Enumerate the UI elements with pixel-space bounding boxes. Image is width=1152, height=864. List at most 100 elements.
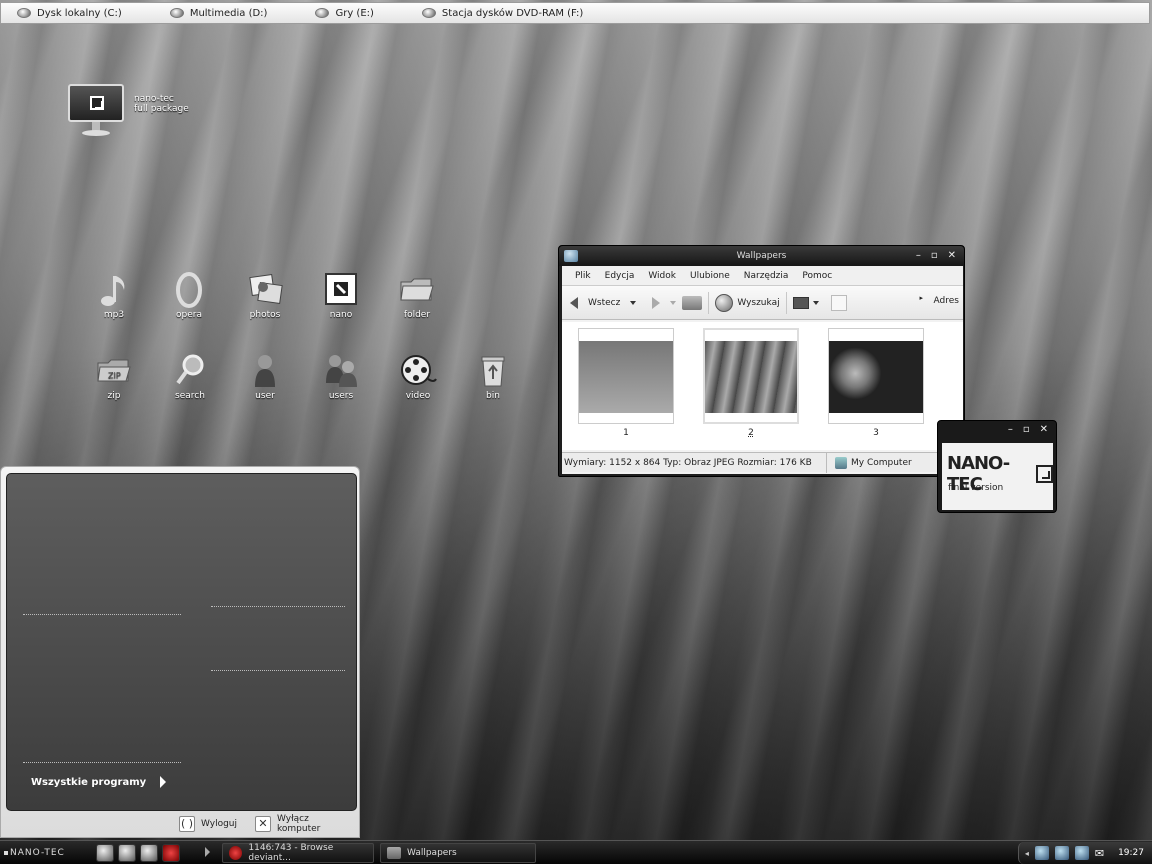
package-desc: full package — [134, 104, 189, 114]
chevron-down-icon — [812, 300, 819, 305]
dvd-icon — [421, 8, 436, 18]
thumbnail-3[interactable] — [828, 328, 924, 424]
media-icon[interactable] — [140, 844, 158, 862]
app-icon[interactable] — [118, 844, 136, 862]
search-globe-icon — [715, 293, 734, 312]
icon-label: zip — [107, 391, 121, 401]
thumbnail-1[interactable] — [578, 328, 674, 424]
close-icon[interactable]: ✕ — [1040, 424, 1048, 435]
nano-icon[interactable] — [830, 294, 847, 311]
recycle-bin-icon — [481, 356, 505, 387]
divider — [211, 606, 345, 607]
opera-icon — [176, 272, 202, 308]
status-location: My Computer — [851, 457, 912, 468]
all-programs-button[interactable]: Wszystkie programy — [31, 776, 167, 788]
chevron-down-icon[interactable] — [670, 300, 677, 305]
nano-tec-widget: – ▫ ✕ NANO-TEC final version — [937, 420, 1057, 513]
mail-icon[interactable]: ✉ — [1095, 847, 1104, 860]
views-button[interactable] — [792, 296, 819, 309]
folder-icon — [400, 278, 434, 301]
start-button[interactable]: NANO-TEC — [4, 845, 65, 861]
task-wallpapers[interactable]: Wallpapers — [380, 843, 536, 863]
icon-label: bin — [486, 391, 500, 401]
wallpaper-thumbnail — [829, 341, 923, 413]
divider — [211, 670, 345, 671]
explorer-window: Wallpapers – ▫ ✕ Plik Edycja Widok Ulubi… — [558, 245, 965, 477]
drive-e[interactable]: Gry (E:) — [315, 3, 374, 23]
back-button[interactable]: Wstecz — [570, 296, 637, 309]
drive-c[interactable]: Dysk lokalny (C:) — [17, 3, 122, 23]
start-icon — [4, 851, 8, 855]
desktop-icon-folder[interactable]: folder — [385, 272, 449, 320]
logoff-button[interactable]: ( ) Wyloguj — [175, 813, 241, 835]
maximize-icon[interactable]: ▫ — [1023, 424, 1030, 435]
tray-expand-icon[interactable]: ◂ — [1025, 849, 1029, 858]
divider — [23, 762, 181, 763]
menu-view[interactable]: Widok — [641, 271, 683, 281]
menu-edit[interactable]: Edycja — [598, 271, 642, 281]
drive-d[interactable]: Multimedia (D:) — [169, 3, 268, 23]
divider — [23, 614, 181, 615]
maximize-icon[interactable]: ▫ — [931, 246, 938, 266]
chevron-down-icon[interactable] — [630, 300, 637, 305]
disk-icon — [315, 8, 330, 18]
start-menu-footer: ( ) Wyloguj ✕ Wyłącz komputer — [175, 813, 359, 835]
package-name: nano-tec — [134, 94, 174, 104]
close-icon[interactable]: ✕ — [948, 246, 956, 266]
network-icon[interactable] — [1034, 846, 1049, 860]
thumbnail-label[interactable]: 1 — [578, 428, 674, 438]
minimize-icon[interactable]: – — [1008, 424, 1013, 435]
clock[interactable]: 19:27 — [1118, 848, 1144, 858]
toolbar-overflow-icon[interactable]: ▸ — [919, 294, 923, 302]
menu-tools[interactable]: Narzędzia — [737, 271, 796, 281]
widget-body: NANO-TEC final version — [942, 443, 1053, 510]
opera-icon — [229, 846, 243, 860]
folder-icon — [564, 250, 578, 262]
folder-up-icon[interactable] — [682, 295, 703, 310]
drive-f[interactable]: Stacja dysków DVD-RAM (F:) — [421, 3, 583, 23]
forward-button[interactable] — [652, 296, 677, 309]
toolbar: Wstecz Wyszukaj ▸ Adres — [562, 286, 963, 320]
search-icon — [176, 354, 204, 385]
back-label: Wstecz — [588, 297, 621, 308]
window-titlebar[interactable]: Wallpapers – ▫ ✕ — [559, 246, 964, 266]
volume-icon[interactable] — [1074, 846, 1089, 860]
menu-file[interactable]: Plik — [568, 271, 598, 281]
desktop-icon-search[interactable]: search — [158, 353, 222, 401]
search-button[interactable]: Wyszukaj — [715, 293, 780, 312]
desktop-icon-mp3[interactable]: mp3 — [82, 272, 146, 320]
nano-package-shortcut[interactable]: nano-tec full package — [66, 82, 189, 140]
thumbnail-label[interactable]: 2 — [703, 428, 799, 438]
thumbnail-label[interactable]: 3 — [828, 428, 924, 438]
task-label: Wallpapers — [407, 848, 457, 858]
widget-controls: – ▫ ✕ — [1008, 424, 1048, 435]
task-browser[interactable]: 1146:743 - Browse deviant... — [222, 843, 374, 863]
desktop-icon-photos[interactable]: photos — [233, 272, 297, 320]
desktop-icon-user[interactable]: user — [233, 353, 297, 401]
menu-help[interactable]: Pomoc — [795, 271, 839, 281]
folder-icon — [387, 847, 401, 859]
desktop-icon-video[interactable]: video — [386, 353, 450, 401]
desktop-icon-opera[interactable]: opera — [157, 272, 221, 320]
menu-favorites[interactable]: Ulubione — [683, 271, 737, 281]
desktop-icon-users[interactable]: users — [309, 353, 373, 401]
drive-label: Multimedia (D:) — [189, 7, 268, 19]
security-icon[interactable] — [1054, 846, 1069, 860]
music-note-icon — [101, 276, 125, 306]
browser-icon[interactable] — [96, 844, 114, 862]
desktop-icon-nano[interactable]: nano — [309, 272, 373, 320]
minimize-icon[interactable]: – — [916, 246, 921, 266]
desktop-icon-bin[interactable]: bin — [461, 353, 525, 401]
shutdown-button[interactable]: ✕ Wyłącz komputer — [251, 813, 359, 835]
chevron-right-icon[interactable] — [205, 847, 210, 857]
desktop-icon-zip[interactable]: ZIP zip — [82, 353, 146, 401]
nano-logo-icon — [1036, 465, 1053, 483]
zip-folder-icon: ZIP — [97, 359, 131, 382]
icon-label: users — [328, 391, 354, 401]
opera-icon[interactable] — [162, 844, 180, 862]
thumbnail-2[interactable] — [703, 328, 799, 424]
shutdown-label: Wyłącz komputer — [277, 814, 321, 834]
address-label[interactable]: Adres — [934, 296, 959, 306]
disk-icon — [17, 8, 31, 18]
icon-label: nano — [329, 310, 353, 320]
